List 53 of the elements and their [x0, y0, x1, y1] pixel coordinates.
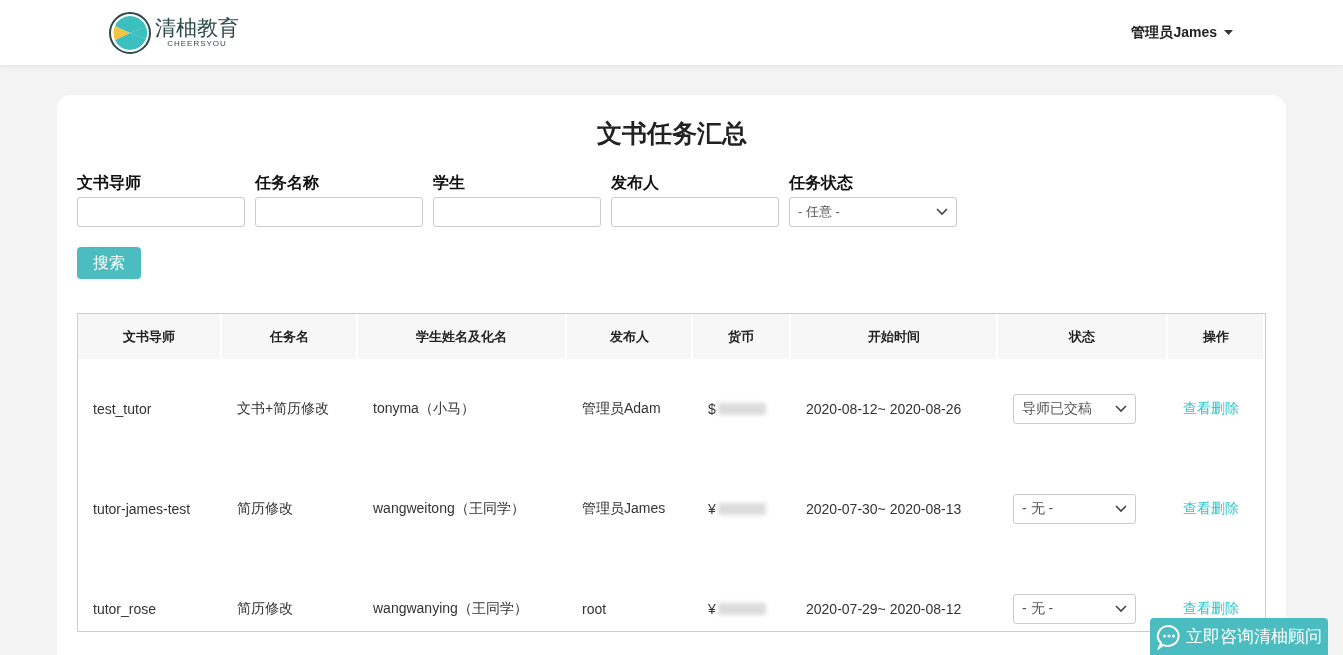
currency-symbol: ¥ — [708, 601, 716, 617]
user-menu[interactable]: 管理员James — [1131, 23, 1233, 42]
filter-label: 学生 — [433, 173, 466, 193]
table-cell-text: 管理员Adam — [581, 399, 662, 418]
column-header: 学生姓名及化名 — [358, 314, 567, 359]
currency-symbol: ¥ — [708, 501, 716, 517]
column-header: 发布人 — [567, 314, 693, 359]
table-cell-text: tutor_rose — [92, 600, 158, 619]
status-dropdown[interactable]: - 无 - — [1013, 594, 1136, 624]
filter-label: 任务状态 — [789, 173, 854, 193]
table-cell-text: wangwanying（王同学） — [372, 599, 529, 618]
logo-icon — [108, 10, 152, 55]
table-cell-text: test_tutor — [92, 400, 153, 419]
input-field[interactable] — [611, 197, 779, 227]
table-cell-text: 管理员James — [581, 499, 667, 518]
status-dropdown[interactable]: 导师已交稿 — [1013, 394, 1136, 424]
table-cell-text: 简历修改 — [236, 599, 294, 618]
input-field[interactable] — [433, 197, 601, 227]
input-field[interactable] — [77, 197, 245, 227]
table-cell-text: 文书+简历修改 — [236, 399, 331, 418]
chat-bubble-icon — [1156, 623, 1182, 650]
filter-label: 发布人 — [611, 173, 660, 193]
table-cell-text: wangweitong（王同学） — [372, 499, 526, 518]
filter-label: 任务名称 — [255, 173, 320, 193]
column-header: 货币 — [693, 314, 791, 359]
table-cell-text: 2020-07-29~ 2020-08-12 — [805, 600, 963, 619]
table-cell-text: 2020-07-30~ 2020-08-13 — [805, 500, 963, 519]
table-cell-text: root — [581, 600, 608, 619]
column-header: 开始时间 — [791, 314, 998, 359]
filter-label: 文书导师 — [77, 173, 142, 193]
status-dropdown[interactable]: - 无 - — [1013, 494, 1136, 524]
column-header: 任务名 — [222, 314, 358, 359]
logo-text: 清柚教育 — [155, 17, 239, 39]
chevron-down-icon — [936, 208, 948, 216]
caret-icon — [1224, 30, 1233, 35]
page-title: 文书任务汇总 — [595, 118, 748, 149]
chevron-down-icon — [1115, 405, 1127, 413]
redacted-amount — [717, 503, 766, 515]
chevron-down-icon — [1115, 505, 1127, 513]
redacted-amount — [717, 403, 766, 415]
column-header: 操作 — [1168, 314, 1265, 359]
table-cell-text: tonyma（小马） — [372, 399, 476, 418]
table-cell-text: 简历修改 — [236, 499, 294, 518]
input-field[interactable] — [255, 197, 423, 227]
chevron-down-icon — [1115, 605, 1127, 613]
column-header: 文书导师 — [78, 314, 222, 359]
column-header: 状态 — [998, 314, 1168, 359]
redacted-amount — [717, 603, 766, 615]
logo-subtext: CHEERSYOU — [167, 39, 227, 48]
currency-symbol: $ — [708, 401, 716, 417]
status-dropdown[interactable]: - 任意 - — [789, 197, 957, 227]
table-cell-text: 2020-08-12~ 2020-08-26 — [805, 400, 963, 419]
table-cell-text: tutor-james-test — [92, 500, 192, 519]
